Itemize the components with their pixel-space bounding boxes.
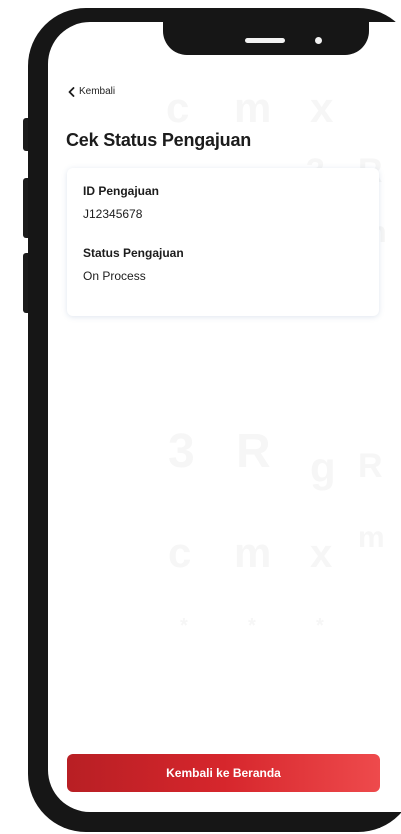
back-to-home-button[interactable]: Kembali ke Beranda: [67, 754, 380, 792]
chevron-left-icon: [68, 86, 75, 97]
svg-text:x: x: [310, 532, 332, 576]
svg-text:g: g: [310, 444, 336, 491]
front-camera: [315, 37, 322, 44]
id-pengajuan-value: J12345678: [83, 207, 143, 221]
svg-text:m: m: [234, 529, 271, 576]
svg-text:R: R: [236, 425, 271, 478]
phone-notch: [163, 22, 369, 55]
svg-text:3: 3: [168, 425, 195, 478]
svg-text:*: *: [316, 615, 324, 637]
status-pengajuan-value: On Process: [83, 269, 146, 283]
speaker-grille: [245, 38, 285, 43]
svg-text:m: m: [358, 521, 385, 554]
svg-text:*: *: [180, 615, 188, 637]
page-canvas: c m x 3 R c m 3 R g R c m x m * * * * *: [0, 0, 401, 834]
svg-text:m: m: [234, 84, 271, 131]
svg-text:c: c: [166, 84, 189, 131]
svg-text:*: *: [248, 615, 256, 637]
back-link[interactable]: Kembali: [67, 86, 115, 97]
svg-text:R: R: [358, 447, 383, 485]
status-card: ID Pengajuan J12345678 Status Pengajuan …: [67, 168, 379, 316]
svg-text:c: c: [168, 529, 191, 576]
phone-screen: c m x 3 R c m 3 R g R c m x m * * * * *: [48, 22, 401, 812]
id-pengajuan-label: ID Pengajuan: [83, 184, 160, 198]
svg-text:x: x: [310, 84, 334, 131]
page-title: Cek Status Pengajuan: [66, 130, 252, 150]
status-pengajuan-label: Status Pengajuan: [83, 246, 184, 260]
back-label: Kembali: [79, 86, 116, 97]
